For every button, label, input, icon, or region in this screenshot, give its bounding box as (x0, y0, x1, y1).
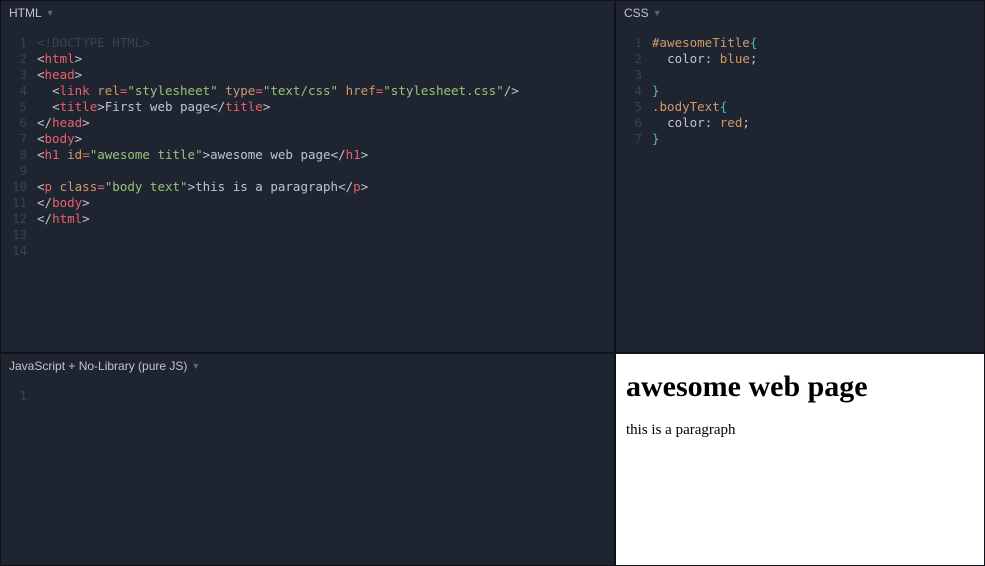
css-code[interactable]: #awesomeTitle{ color: blue; }.bodyText{ … (652, 35, 984, 352)
css-gutter: 1234567 (616, 35, 652, 352)
dropdown-icon: ▼ (653, 8, 662, 18)
js-editor-pane: JavaScript + No-Library (pure JS) ▼ 1 (0, 353, 615, 566)
js-pane-label: JavaScript + No-Library (pure JS) (9, 359, 187, 373)
preview-paragraph: this is a paragraph (626, 422, 974, 439)
html-pane-header[interactable]: HTML ▼ (1, 1, 614, 25)
js-code-area[interactable]: 1 (1, 378, 614, 565)
html-code-area[interactable]: 1234567891011121314 <!DOCTYPE HTML><html… (1, 25, 614, 352)
dropdown-icon: ▼ (191, 361, 200, 371)
dropdown-icon: ▼ (46, 8, 55, 18)
html-pane-label: HTML (9, 6, 42, 20)
preview-heading: awesome web page (626, 370, 974, 404)
result-pane: awesome web page this is a paragraph (615, 353, 985, 566)
css-pane-label: CSS (624, 6, 649, 20)
html-gutter: 1234567891011121314 (1, 35, 37, 352)
js-gutter: 1 (1, 388, 37, 565)
css-code-area[interactable]: 1234567 #awesomeTitle{ color: blue; }.bo… (616, 25, 984, 352)
html-code[interactable]: <!DOCTYPE HTML><html><head> <link rel="s… (37, 35, 614, 352)
html-editor-pane: HTML ▼ 1234567891011121314 <!DOCTYPE HTM… (0, 0, 615, 353)
css-editor-pane: CSS ▼ 1234567 #awesomeTitle{ color: blue… (615, 0, 985, 353)
css-pane-header[interactable]: CSS ▼ (616, 1, 984, 25)
js-code[interactable] (37, 388, 614, 565)
js-pane-header[interactable]: JavaScript + No-Library (pure JS) ▼ (1, 354, 614, 378)
